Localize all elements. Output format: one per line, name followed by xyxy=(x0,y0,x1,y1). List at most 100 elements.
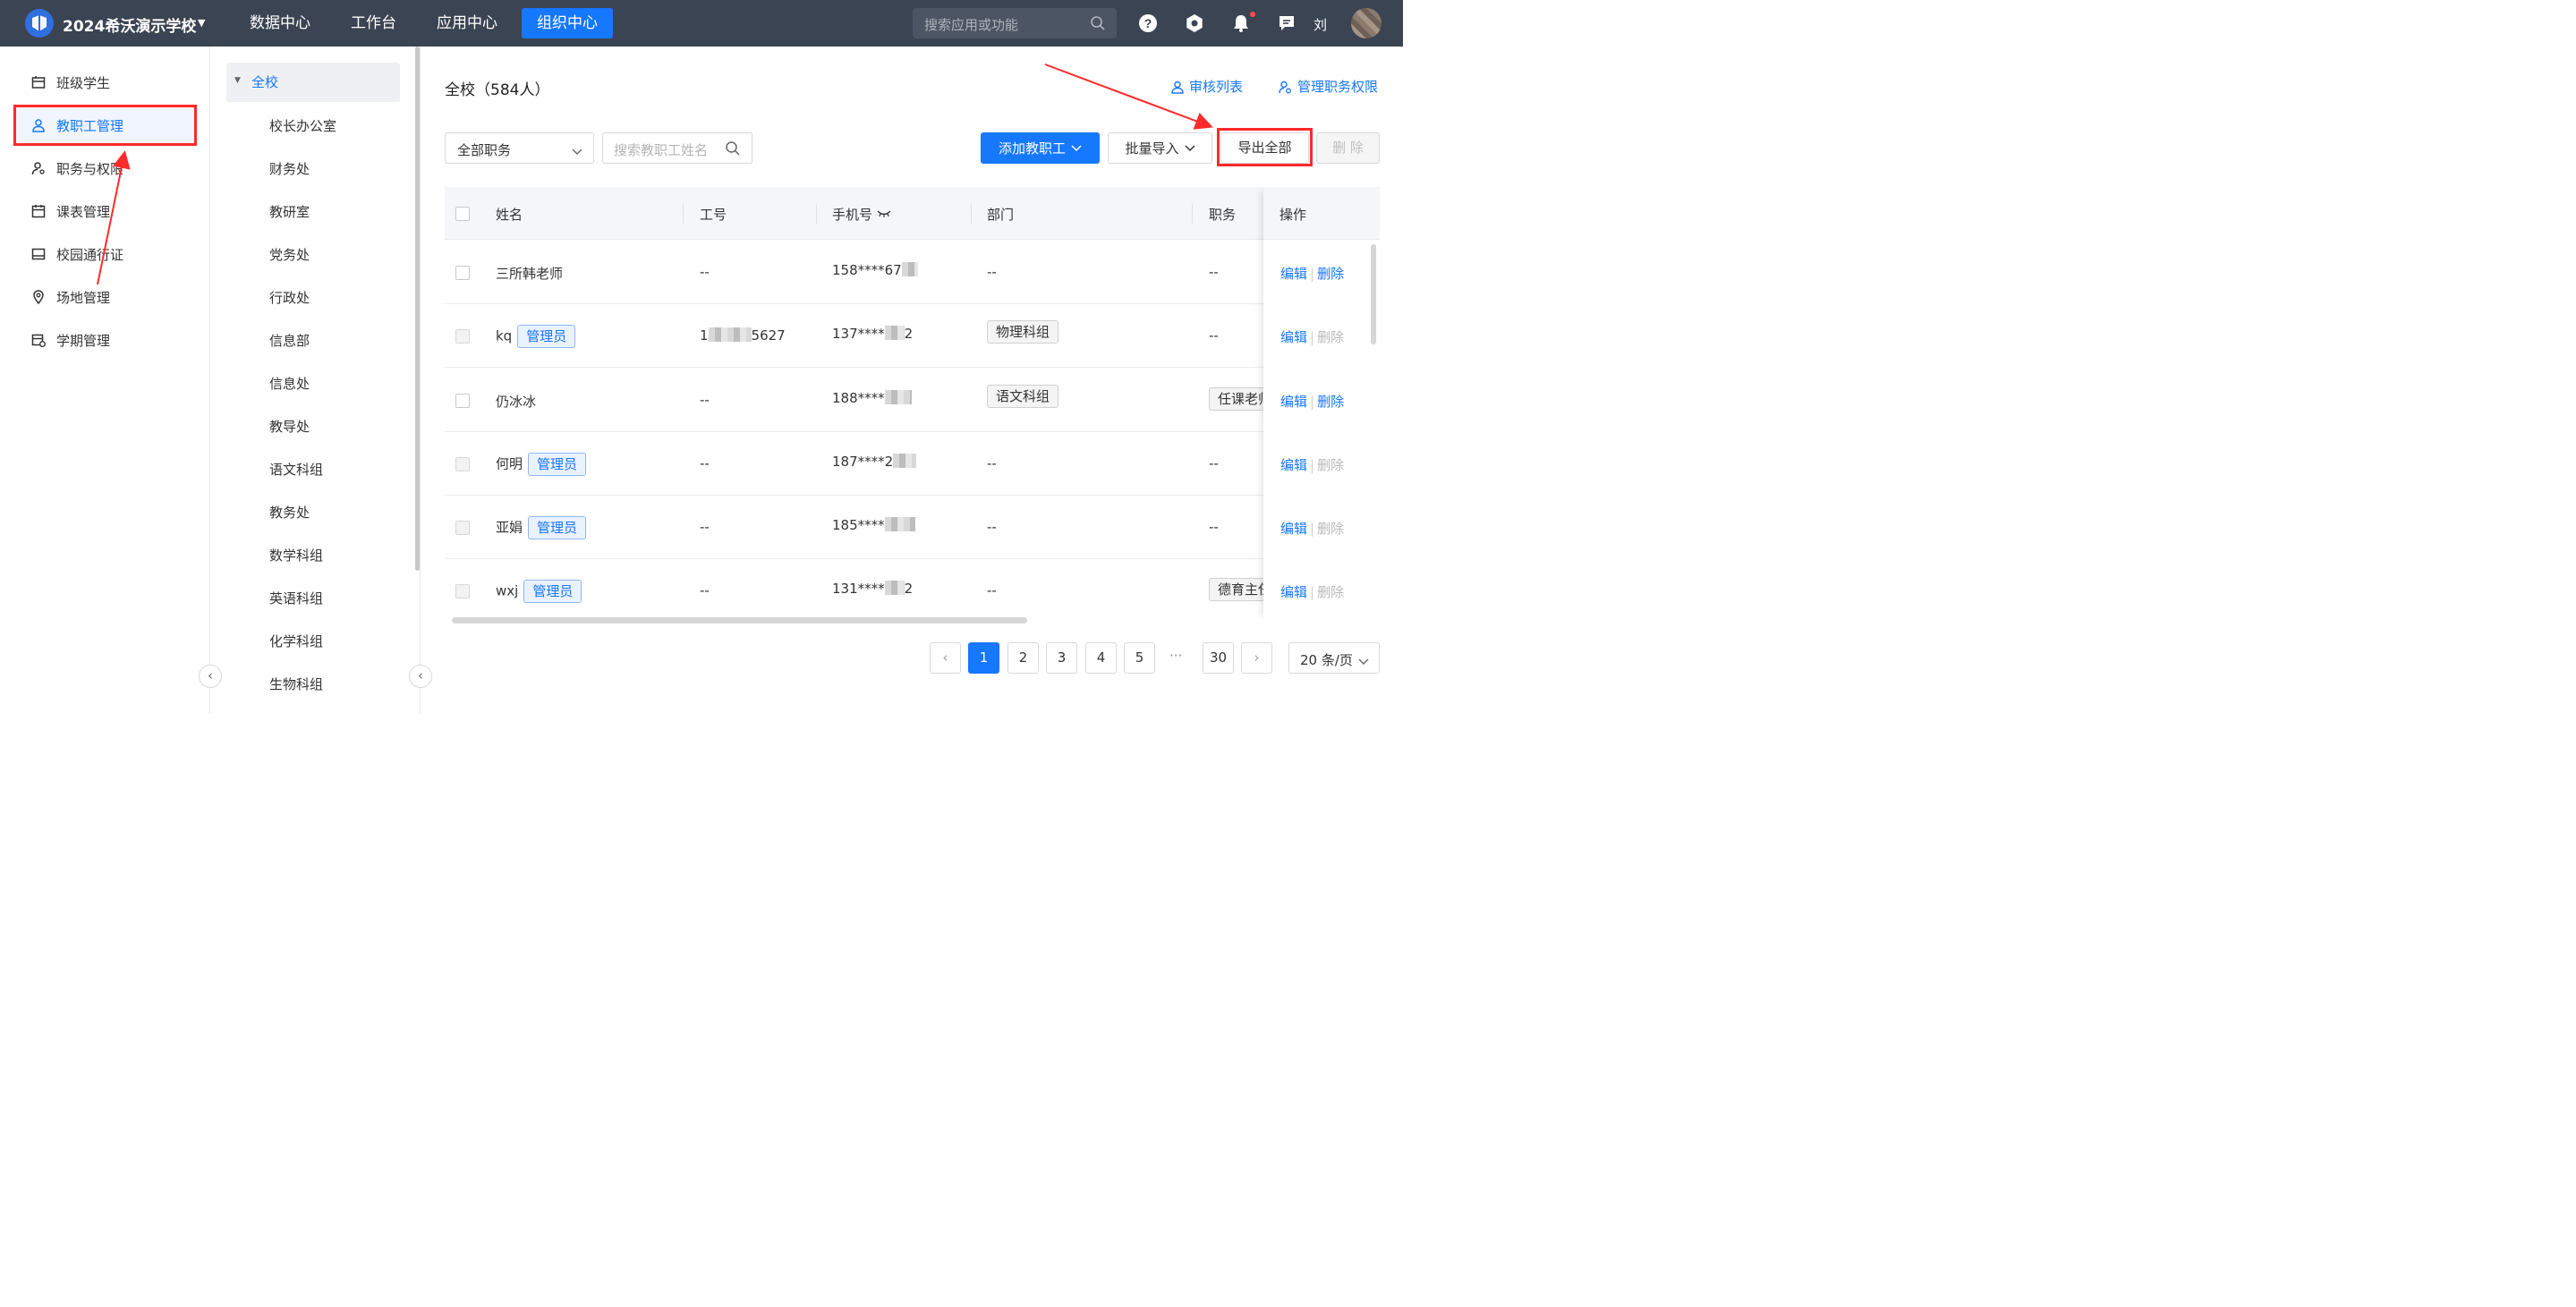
nav-workbench[interactable]: 工作台 xyxy=(336,8,412,38)
prev-page-button[interactable]: ‹ xyxy=(930,642,961,674)
row-checkbox[interactable] xyxy=(455,394,470,408)
user-gear-icon xyxy=(1279,81,1292,98)
class-icon xyxy=(31,75,46,89)
tree-node[interactable]: 党务处 xyxy=(269,245,310,264)
batch-import-button[interactable]: 批量导入 xyxy=(1108,132,1212,164)
tree-node[interactable]: 教务处 xyxy=(269,503,310,522)
row-checkbox[interactable] xyxy=(455,521,470,535)
page-button-last[interactable]: 30 xyxy=(1203,642,1234,674)
sidebar-item-class-students[interactable]: 班级学生 xyxy=(13,62,197,103)
staff-role: -- xyxy=(1209,519,1219,535)
table-row[interactable]: 亚娟 管理员 -- 185**** -- -- xyxy=(445,496,1371,559)
page-button[interactable]: 2 xyxy=(1007,642,1039,674)
edit-link[interactable]: 编辑 xyxy=(1280,394,1307,410)
row-checkbox[interactable] xyxy=(455,584,470,598)
staff-search-input[interactable]: 搜索教职工姓名 xyxy=(602,132,752,164)
table-row[interactable]: 何明 管理员 -- 187****2 -- -- xyxy=(445,432,1371,496)
tree-node[interactable]: 行政处 xyxy=(269,288,310,307)
sidebar-item-venue[interactable]: 场地管理 xyxy=(13,276,197,318)
tree-node[interactable]: 信息部 xyxy=(269,331,310,350)
row-checkbox[interactable] xyxy=(455,266,470,280)
edit-link[interactable]: 编辑 xyxy=(1280,584,1307,600)
chevron-down-icon xyxy=(1358,653,1369,669)
delete-link[interactable]: 删除 xyxy=(1317,457,1344,473)
nav-org-center[interactable]: 组织中心 xyxy=(522,8,613,38)
tree-node[interactable]: 数学科组 xyxy=(269,546,323,564)
caret-down-icon[interactable]: ▼ xyxy=(198,17,205,29)
collapse-tree-button[interactable]: ‹ xyxy=(409,665,432,688)
sidebar-item-term[interactable]: 学期管理 xyxy=(13,319,197,361)
caret-down-icon[interactable]: ▼ xyxy=(234,76,241,85)
add-staff-button[interactable]: 添加教职工 xyxy=(981,132,1100,164)
page-button[interactable]: 4 xyxy=(1085,642,1117,674)
phone-text: 185**** xyxy=(832,517,885,533)
message-icon[interactable] xyxy=(1277,13,1297,33)
page-button[interactable]: 5 xyxy=(1124,642,1155,674)
global-search-input[interactable]: 搜索应用或功能 xyxy=(913,8,1117,38)
edit-link[interactable]: 编辑 xyxy=(1280,266,1307,282)
settings-icon[interactable] xyxy=(1185,13,1204,33)
edit-link[interactable]: 编辑 xyxy=(1280,457,1307,473)
sidebar-item-staff-management[interactable]: 教职工管理 xyxy=(13,105,197,146)
eye-closed-icon[interactable] xyxy=(877,207,891,223)
delete-link[interactable]: 删除 xyxy=(1317,394,1344,410)
tree-node[interactable]: 英语科组 xyxy=(269,589,323,607)
next-page-button[interactable]: › xyxy=(1241,642,1272,674)
delete-link[interactable]: 删除 xyxy=(1317,584,1344,600)
table-vertical-scrollbar[interactable] xyxy=(1371,244,1376,344)
tree-node[interactable]: 信息处 xyxy=(269,374,310,393)
app-logo-icon[interactable] xyxy=(25,9,54,38)
tree-node[interactable]: 化学科组 xyxy=(269,632,323,650)
row-actions: 编辑 | 删除 xyxy=(1280,519,1344,538)
avatar[interactable] xyxy=(1351,8,1382,38)
table-horizontal-scrollbar[interactable] xyxy=(452,617,1027,624)
manage-permissions-link[interactable]: 管理职务权限 xyxy=(1279,77,1378,98)
table-row[interactable]: kq 管理员 1 5627 137**** 2 物理科组 -- xyxy=(445,304,1371,368)
staff-name: 何明 xyxy=(496,455,523,472)
user-name[interactable]: 刘 xyxy=(1314,15,1327,34)
svg-text:?: ? xyxy=(1144,16,1152,30)
role-filter-select[interactable]: 全部职务 xyxy=(445,132,594,164)
page-size-select[interactable]: 20 条/页 xyxy=(1288,642,1380,674)
sidebar-item-label: 场地管理 xyxy=(56,290,111,306)
delete-link[interactable]: 删除 xyxy=(1317,329,1344,345)
tree-node[interactable]: 教研室 xyxy=(269,202,310,221)
tree-node[interactable]: 语文科组 xyxy=(269,460,323,479)
sidebar-item-roles-permissions[interactable]: 职务与权限 xyxy=(13,148,197,189)
tree-node[interactable]: 生物科组 xyxy=(269,675,323,693)
row-checkbox[interactable] xyxy=(455,329,470,344)
dept-tag: 物理科组 xyxy=(987,320,1059,344)
help-icon[interactable]: ? xyxy=(1138,13,1158,33)
staff-id: -- xyxy=(700,582,710,598)
tree-node[interactable]: 校长办公室 xyxy=(269,116,336,135)
page-button[interactable]: 1 xyxy=(968,642,999,674)
table-row[interactable]: 仍冰冰 -- 188**** 语文科组 任课老师 xyxy=(445,369,1371,432)
delete-link[interactable]: 删除 xyxy=(1317,266,1344,282)
chevron-left-icon: ‹ xyxy=(942,649,948,666)
sidebar-item-timetable[interactable]: 课表管理 xyxy=(13,191,197,232)
edit-link[interactable]: 编辑 xyxy=(1280,521,1307,537)
divider: | xyxy=(1310,329,1315,345)
staff-name: kq xyxy=(496,327,513,344)
bell-icon[interactable] xyxy=(1231,13,1251,33)
nav-app-center[interactable]: 应用中心 xyxy=(421,8,513,38)
table-row[interactable]: wxj 管理员 -- 131**** 2 -- 德育主任 xyxy=(445,559,1371,620)
row-checkbox[interactable] xyxy=(455,457,470,471)
select-all-checkbox[interactable] xyxy=(455,207,470,221)
sidebar-item-campus-pass[interactable]: 校园通行证 xyxy=(13,233,197,275)
tree-scrollbar[interactable] xyxy=(415,47,420,571)
nav-data-center[interactable]: 数据中心 xyxy=(234,8,326,38)
page-ellipsis[interactable]: ··· xyxy=(1169,648,1182,664)
tree-node[interactable]: 财务处 xyxy=(269,159,310,178)
edit-link[interactable]: 编辑 xyxy=(1280,329,1307,345)
column-header-dept: 部门 xyxy=(987,207,1015,223)
staff-id: -- xyxy=(700,519,710,535)
delete-button[interactable]: 删 除 xyxy=(1316,132,1380,164)
tree-node[interactable]: 教导处 xyxy=(269,417,310,436)
review-list-link[interactable]: 审核列表 xyxy=(1171,77,1243,98)
school-name[interactable]: 2024希沃演示学校 xyxy=(63,13,196,36)
delete-link[interactable]: 删除 xyxy=(1317,521,1344,537)
table-row[interactable]: 三所韩老师 -- 158****67 -- -- xyxy=(445,241,1371,304)
page-button[interactable]: 3 xyxy=(1046,642,1077,674)
tree-root[interactable]: ▼ 全校 xyxy=(226,63,400,102)
